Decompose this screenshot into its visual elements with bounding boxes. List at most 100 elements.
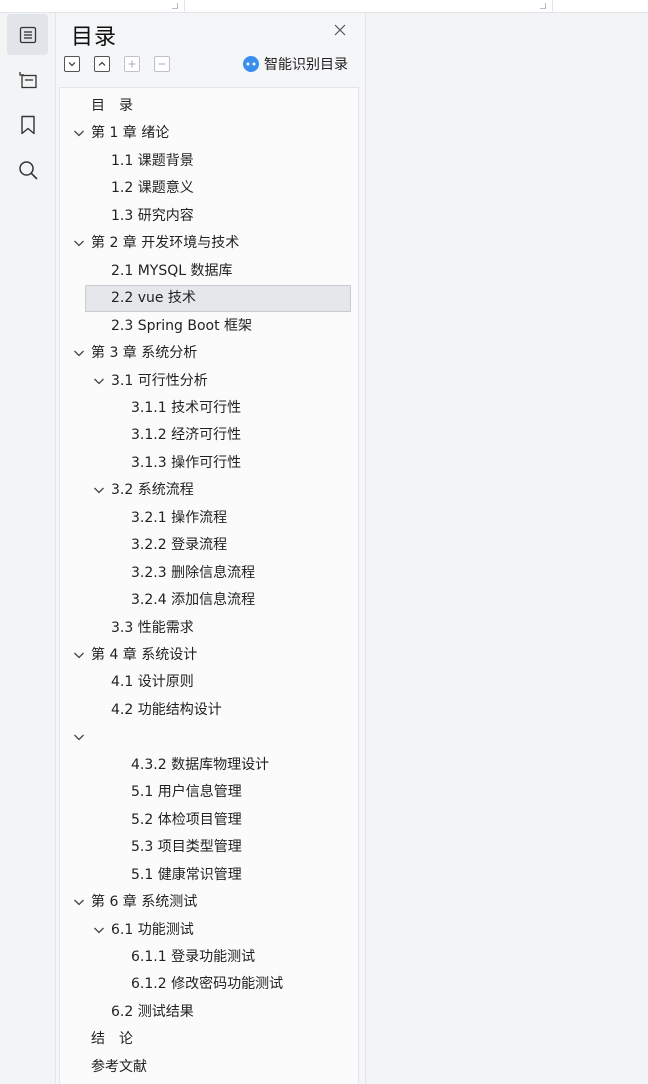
toc-item-label: 目 录 xyxy=(91,98,133,114)
chevron-down-icon[interactable] xyxy=(93,375,105,387)
toc-item-label: 4.1 设计原则 xyxy=(111,674,194,691)
toc-item[interactable]: 结 论 xyxy=(60,1026,358,1053)
toc-item[interactable]: 2.3 Spring Boot 框架 xyxy=(60,313,358,340)
ruler-divider xyxy=(184,0,185,13)
add-entry-button[interactable] xyxy=(124,56,140,72)
toc-item[interactable]: 4.1 设计原则 xyxy=(60,669,358,696)
toc-item[interactable]: 3.2.1 操作流程 xyxy=(60,505,358,532)
toc-item[interactable]: 第 3 章 系统分析 xyxy=(60,340,358,367)
toc-item[interactable]: 3.1.3 操作可行性 xyxy=(60,450,358,477)
toc-item-label: 4.3.2 数据库物理设计 xyxy=(131,756,270,773)
toc-item[interactable]: 5.2 体检项目管理 xyxy=(60,807,358,834)
search-tab-button[interactable] xyxy=(7,149,48,190)
toc-item[interactable]: 6.1.1 登录功能测试 xyxy=(60,944,358,971)
toc-item[interactable]: 3.3 性能需求 xyxy=(60,615,358,642)
outline-icon xyxy=(18,71,37,88)
smart-toc-button[interactable]: 智能识别目录 xyxy=(242,54,348,74)
toc-item-label: 第 4 章 系统设计 xyxy=(91,647,198,663)
toc-item[interactable]: 1.3 研究内容 xyxy=(60,203,358,230)
panel-title: 目录 xyxy=(71,25,118,50)
toc-item-label: 1.3 研究内容 xyxy=(111,207,194,224)
toc-item[interactable]: 6.1.2 修改密码功能测试 xyxy=(60,971,358,998)
toc-item-label: 2.3 Spring Boot 框架 xyxy=(111,317,253,334)
toc-item-label: 3.1.3 操作可行性 xyxy=(131,454,242,471)
toc-item[interactable]: 4.2 功能结构设计 xyxy=(60,697,358,724)
toc-item[interactable]: 1.1 课题背景 xyxy=(60,148,358,175)
toc-item[interactable]: 3.1.2 经济可行性 xyxy=(60,422,358,449)
toc-item[interactable]: 第 4 章 系统设计 xyxy=(60,642,358,669)
toc-item[interactable]: 参考文献 xyxy=(60,1054,358,1081)
bookmark-tab-button[interactable] xyxy=(7,104,48,145)
smart-toc-label: 智能识别目录 xyxy=(264,57,348,73)
toc-item-label: 5.2 体检项目管理 xyxy=(131,811,242,828)
toc-item[interactable]: 第 6 章 系统测试 xyxy=(60,889,358,916)
top-ruler xyxy=(0,0,648,13)
toc-item-label: 6.1.1 登录功能测试 xyxy=(131,948,256,965)
toc-item-label: 1.1 课题背景 xyxy=(111,152,194,169)
toc-item[interactable]: 4.3.2 数据库物理设计 xyxy=(60,752,358,779)
toc-item-label: 3.3 性能需求 xyxy=(111,619,194,636)
toc-item-label: 3.2.3 删除信息流程 xyxy=(131,564,256,581)
toc-item[interactable]: 6.2 测试结果 xyxy=(60,999,358,1026)
toc-icon xyxy=(19,26,36,43)
chevron-down-icon[interactable] xyxy=(73,896,85,908)
toc-item[interactable]: 3.2.2 登录流程 xyxy=(60,532,358,559)
outline-tab-button[interactable] xyxy=(7,59,48,100)
toc-item-label: 1.2 课题意义 xyxy=(111,180,194,197)
toc-item-label: 第 1 章 绪论 xyxy=(91,125,170,142)
chevron-down-icon xyxy=(68,62,76,67)
toc-item-label: 5.1 健康常识管理 xyxy=(131,866,242,883)
ruler-divider xyxy=(552,0,553,13)
toc-item-label: 结 论 xyxy=(91,1031,133,1048)
toc-item[interactable]: 5.1 健康常识管理 xyxy=(60,862,358,889)
ai-assistant-icon xyxy=(243,56,259,72)
toc-item-label: 2.1 MYSQL 数据库 xyxy=(111,262,233,279)
expand-all-button[interactable] xyxy=(64,56,80,72)
toc-item-label: 参考文献 xyxy=(91,1058,147,1075)
toc-item[interactable]: 3.2.3 删除信息流程 xyxy=(60,560,358,587)
chevron-down-icon[interactable] xyxy=(73,347,85,359)
toc-item[interactable]: 6.1 功能测试 xyxy=(60,917,358,944)
toc-item-label: 3.1 可行性分析 xyxy=(111,372,208,389)
toc-item-label: 第 2 章 开发环境与技术 xyxy=(91,235,240,252)
toc-item[interactable]: 目 录 xyxy=(60,93,358,120)
toc-item[interactable]: 2.1 MYSQL 数据库 xyxy=(60,258,358,285)
toc-item-label: 2.2 vue 技术 xyxy=(111,290,196,307)
chevron-up-icon xyxy=(98,61,106,66)
toc-item[interactable]: 3.1.1 技术可行性 xyxy=(60,395,358,422)
toc-item[interactable]: 5.3 项目类型管理 xyxy=(60,834,358,861)
chevron-down-icon[interactable] xyxy=(73,127,85,139)
toc-item-label: 3.2.2 登录流程 xyxy=(131,537,228,554)
toc-item-label: 第 3 章 系统分析 xyxy=(91,345,198,362)
collapse-all-button[interactable] xyxy=(94,56,110,72)
toc-item[interactable]: 3.1 可行性分析 xyxy=(60,368,358,395)
minus-icon xyxy=(158,63,166,65)
toc-item-label: 4.2 功能结构设计 xyxy=(111,701,222,718)
side-rail xyxy=(0,13,56,1084)
chevron-down-icon[interactable] xyxy=(93,924,105,936)
toc-item-label: 3.1.1 技术可行性 xyxy=(131,399,242,416)
toc-tree: 目 录第 1 章 绪论 1.1 课题背景 1.2 课题意义 1.3 研究内容第 2 章… xyxy=(59,87,359,1084)
toc-item[interactable]: 3.2.4 添加信息流程 xyxy=(60,587,358,614)
chevron-down-icon[interactable] xyxy=(73,237,85,249)
toc-panel: 目录 智能识别目录 目 录第 1 章 绪论 1.1 课题背景 1.2 课题意义 … xyxy=(56,13,366,1084)
toc-tab-button[interactable] xyxy=(7,14,48,55)
toc-item-label: 5.3 项目类型管理 xyxy=(131,839,242,856)
toc-item[interactable]: 3.2 系统流程 xyxy=(60,477,358,504)
toc-item[interactable]: 5.1 用户信息管理 xyxy=(60,779,358,806)
chevron-down-icon[interactable] xyxy=(73,649,85,661)
toc-item[interactable]: 1.2 课题意义 xyxy=(60,175,358,202)
chevron-down-icon[interactable] xyxy=(73,731,85,743)
remove-entry-button[interactable] xyxy=(154,56,170,72)
toc-item-label: 3.2.1 操作流程 xyxy=(131,509,228,526)
toc-item[interactable]: 第 1 章 绪论 xyxy=(60,120,358,147)
toc-item[interactable] xyxy=(60,724,358,751)
search-icon xyxy=(18,160,37,179)
close-panel-button[interactable] xyxy=(332,22,348,38)
document-area xyxy=(366,13,648,1084)
toc-item[interactable]: 第 2 章 开发环境与技术 xyxy=(60,230,358,257)
toc-item-label: 3.1.2 经济可行性 xyxy=(131,427,242,444)
chevron-down-icon[interactable] xyxy=(93,484,105,496)
toc-item-label: 6.1.2 修改密码功能测试 xyxy=(131,976,284,993)
toc-item[interactable]: 2.2 vue 技术 xyxy=(60,285,358,313)
